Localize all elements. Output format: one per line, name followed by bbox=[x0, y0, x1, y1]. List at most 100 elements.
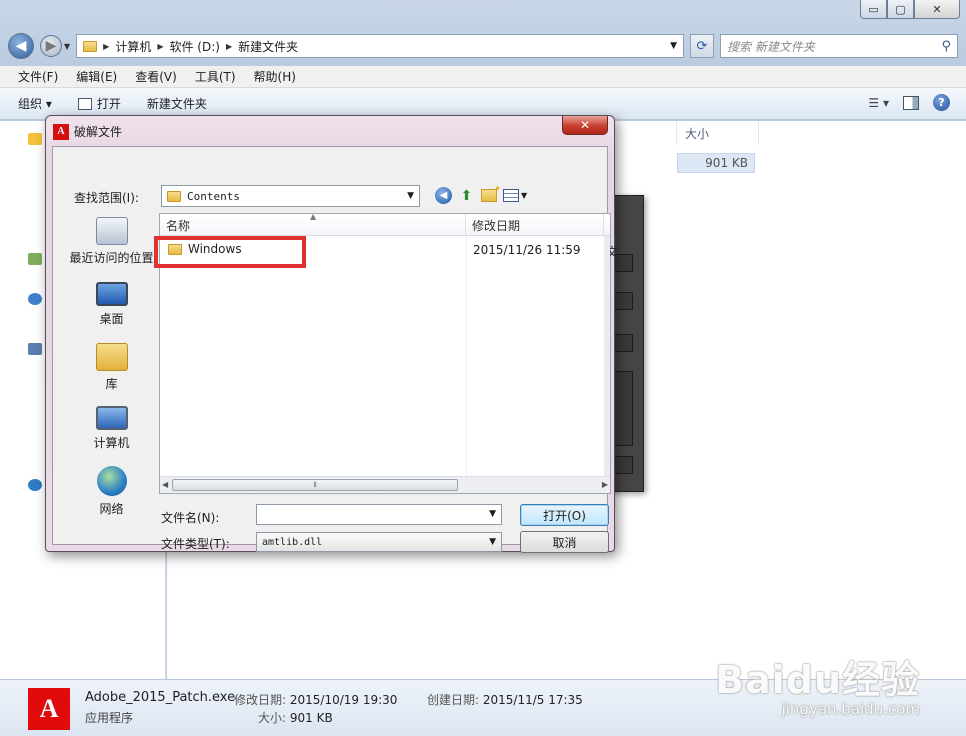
chevron-right-icon[interactable]: ▶ bbox=[103, 42, 109, 51]
arrow-right-icon: ▶ bbox=[45, 38, 57, 54]
dialog-column-name[interactable]: 名称 ▲ bbox=[160, 212, 466, 236]
dialog-open-button[interactable]: 打开(O) bbox=[520, 504, 609, 526]
place-computer-label: 计算机 bbox=[93, 436, 130, 450]
filetype-dropdown[interactable]: amtlib.dll ▼ bbox=[256, 532, 502, 552]
minimize-button[interactable]: ▭ bbox=[860, 0, 887, 19]
details-modified-label: 修改日期: bbox=[234, 693, 287, 707]
menu-bar: 文件(F) 编辑(E) 查看(V) 工具(T) 帮助(H) bbox=[0, 66, 966, 88]
back-icon[interactable]: ◀ bbox=[435, 187, 452, 204]
place-desktop-label: 桌面 bbox=[99, 312, 124, 326]
open-label: 打开 bbox=[96, 97, 121, 111]
new-folder-icon[interactable] bbox=[481, 184, 501, 202]
maximize-button[interactable]: ▢ bbox=[887, 0, 914, 19]
open-file-dialog: A 破解文件 ✕ 查找范围(I): Contents ▼ ◀ ⬆ ▼ 最近访问的… bbox=[45, 115, 618, 553]
preview-pane-icon[interactable] bbox=[903, 95, 919, 110]
menu-help[interactable]: 帮助(H) bbox=[246, 66, 304, 87]
details-pane: A Adobe_2015_Patch.exe 应用程序 修改日期: 2015/1… bbox=[0, 658, 966, 736]
dialog-close-button[interactable]: ✕ bbox=[562, 116, 608, 135]
scroll-right-icon[interactable]: ▶ bbox=[602, 480, 608, 489]
breadcrumb-new-folder[interactable]: 新建文件夹 bbox=[238, 38, 298, 55]
chevron-right-icon[interactable]: ▶ bbox=[226, 42, 232, 51]
computer-icon bbox=[95, 406, 128, 430]
breadcrumb-drive-d[interactable]: 软件 (D:) bbox=[169, 38, 219, 55]
dialog-title-bar: A 破解文件 bbox=[53, 123, 122, 140]
view-list-icon bbox=[503, 189, 519, 202]
network-icon[interactable] bbox=[28, 479, 42, 491]
sort-ascending-icon: ▲ bbox=[310, 212, 317, 221]
column-size[interactable]: 大小 bbox=[677, 121, 759, 145]
change-view-icon[interactable]: ☰ ▾ bbox=[868, 96, 889, 110]
lookin-dropdown[interactable]: Contents ▼ bbox=[161, 185, 420, 207]
refresh-button[interactable]: ⟳ bbox=[690, 34, 714, 58]
address-bar[interactable]: ▶ 计算机 ▶ 软件 (D:) ▶ 新建文件夹 ▼ bbox=[76, 34, 684, 58]
chevron-right-icon[interactable]: ▶ bbox=[157, 42, 163, 51]
scrollbar-thumb[interactable]: ⦀ bbox=[172, 479, 458, 491]
search-input[interactable]: 搜索 新建文件夹 ⚲ bbox=[720, 34, 958, 58]
back-button[interactable]: ◀ bbox=[8, 33, 34, 59]
help-icon[interactable]: ? bbox=[933, 94, 950, 111]
menu-tools[interactable]: 工具(T) bbox=[187, 66, 244, 87]
place-recent-label: 最近访问的位置 bbox=[69, 251, 154, 265]
details-created-label: 创建日期: bbox=[427, 693, 480, 707]
dialog-cancel-button[interactable]: 取消 bbox=[520, 531, 609, 553]
breadcrumb-computer[interactable]: 计算机 bbox=[115, 38, 151, 55]
organize-button[interactable]: 组织 ▾ bbox=[18, 95, 52, 112]
place-library[interactable]: 库 bbox=[65, 343, 158, 392]
place-recent[interactable]: 最近访问的位置 bbox=[65, 217, 158, 266]
view-menu-button[interactable]: ▼ bbox=[503, 189, 527, 202]
desktop-icon bbox=[95, 282, 128, 306]
filename-input[interactable]: ▼ bbox=[256, 504, 502, 525]
homegroup-icon[interactable] bbox=[28, 293, 42, 305]
recent-pages-dropdown[interactable]: ▼ bbox=[64, 42, 70, 51]
red-highlight-annotation bbox=[154, 236, 306, 268]
close-button[interactable]: ✕ bbox=[914, 0, 960, 19]
place-computer[interactable]: 计算机 bbox=[65, 406, 158, 451]
open-button[interactable]: 打开 bbox=[77, 95, 121, 112]
place-network[interactable]: 网络 bbox=[65, 466, 158, 517]
scroll-left-icon[interactable]: ◀ bbox=[162, 480, 168, 489]
search-icon[interactable]: ⚲ bbox=[941, 39, 951, 54]
details-modified: 修改日期: 2015/10/19 19:30 bbox=[234, 691, 397, 708]
menu-file[interactable]: 文件(F) bbox=[10, 66, 66, 87]
menu-view[interactable]: 查看(V) bbox=[127, 66, 185, 87]
baidu-watermark: Baidu经验 jingyan.baidu.com bbox=[715, 649, 920, 718]
filetype-label: 文件类型(T): bbox=[161, 537, 230, 551]
folder-icon bbox=[83, 40, 98, 52]
dialog-column-modified[interactable]: 修改日期 bbox=[466, 214, 604, 236]
library-icon bbox=[95, 343, 128, 371]
search-placeholder: 搜索 新建文件夹 bbox=[727, 39, 815, 54]
library-icon[interactable] bbox=[28, 253, 42, 265]
up-folder-icon[interactable]: ⬆ bbox=[458, 187, 475, 204]
details-created: 创建日期: 2015/11/5 17:35 bbox=[427, 691, 583, 708]
arrow-left-icon: ◀ bbox=[15, 38, 27, 54]
computer-icon[interactable] bbox=[28, 343, 42, 355]
new-folder-button[interactable]: 新建文件夹 bbox=[147, 95, 207, 112]
place-network-label: 网络 bbox=[99, 502, 124, 516]
selected-file-size[interactable]: 901 KB bbox=[677, 153, 755, 173]
details-file-name: Adobe_2015_Patch.exe bbox=[85, 690, 236, 705]
place-library-label: 库 bbox=[105, 377, 118, 391]
details-size-value: 901 KB bbox=[289, 711, 333, 725]
dialog-column-name-label: 名称 bbox=[166, 218, 191, 233]
address-dropdown-icon[interactable]: ▼ bbox=[670, 41, 677, 51]
folder-icon bbox=[167, 190, 181, 202]
details-file-type: 应用程序 bbox=[85, 711, 134, 725]
details-size: 大小: 901 KB bbox=[258, 709, 333, 726]
menu-edit[interactable]: 编辑(E) bbox=[68, 66, 125, 87]
details-size-label: 大小: bbox=[258, 711, 287, 725]
horizontal-scrollbar[interactable]: ◀ ⦀ ▶ bbox=[160, 476, 610, 493]
place-desktop[interactable]: 桌面 bbox=[65, 282, 158, 327]
forward-button[interactable]: ▶ bbox=[40, 35, 62, 57]
dialog-body: 查找范围(I): Contents ▼ ◀ ⬆ ▼ 最近访问的位置 桌面 bbox=[52, 146, 618, 553]
recent-places-icon bbox=[95, 217, 128, 245]
dialog-file-list: 名称 ▲ 修改日期 Windows 2015/11/26 11:59 文 ◀ ⦀… bbox=[154, 212, 618, 494]
address-row: ◀ ▶ ▼ ▶ 计算机 ▶ 软件 (D:) ▶ 新建文件夹 ▼ ⟳ 搜索 新建文… bbox=[8, 31, 958, 61]
details-modified-value: 2015/10/19 19:30 bbox=[289, 693, 398, 707]
places-bar: 最近访问的位置 桌面 库 计算机 网络 bbox=[65, 207, 158, 572]
favorites-star-icon[interactable] bbox=[28, 133, 42, 145]
file-row-windows[interactable]: Windows 2015/11/26 11:59 文 bbox=[154, 236, 618, 268]
chevron-down-icon: ▼ bbox=[489, 537, 496, 547]
file-row-modified: 2015/11/26 11:59 bbox=[473, 243, 581, 257]
vertical-scrollbar[interactable] bbox=[604, 236, 610, 476]
chevron-down-icon[interactable]: ▼ bbox=[489, 509, 496, 519]
